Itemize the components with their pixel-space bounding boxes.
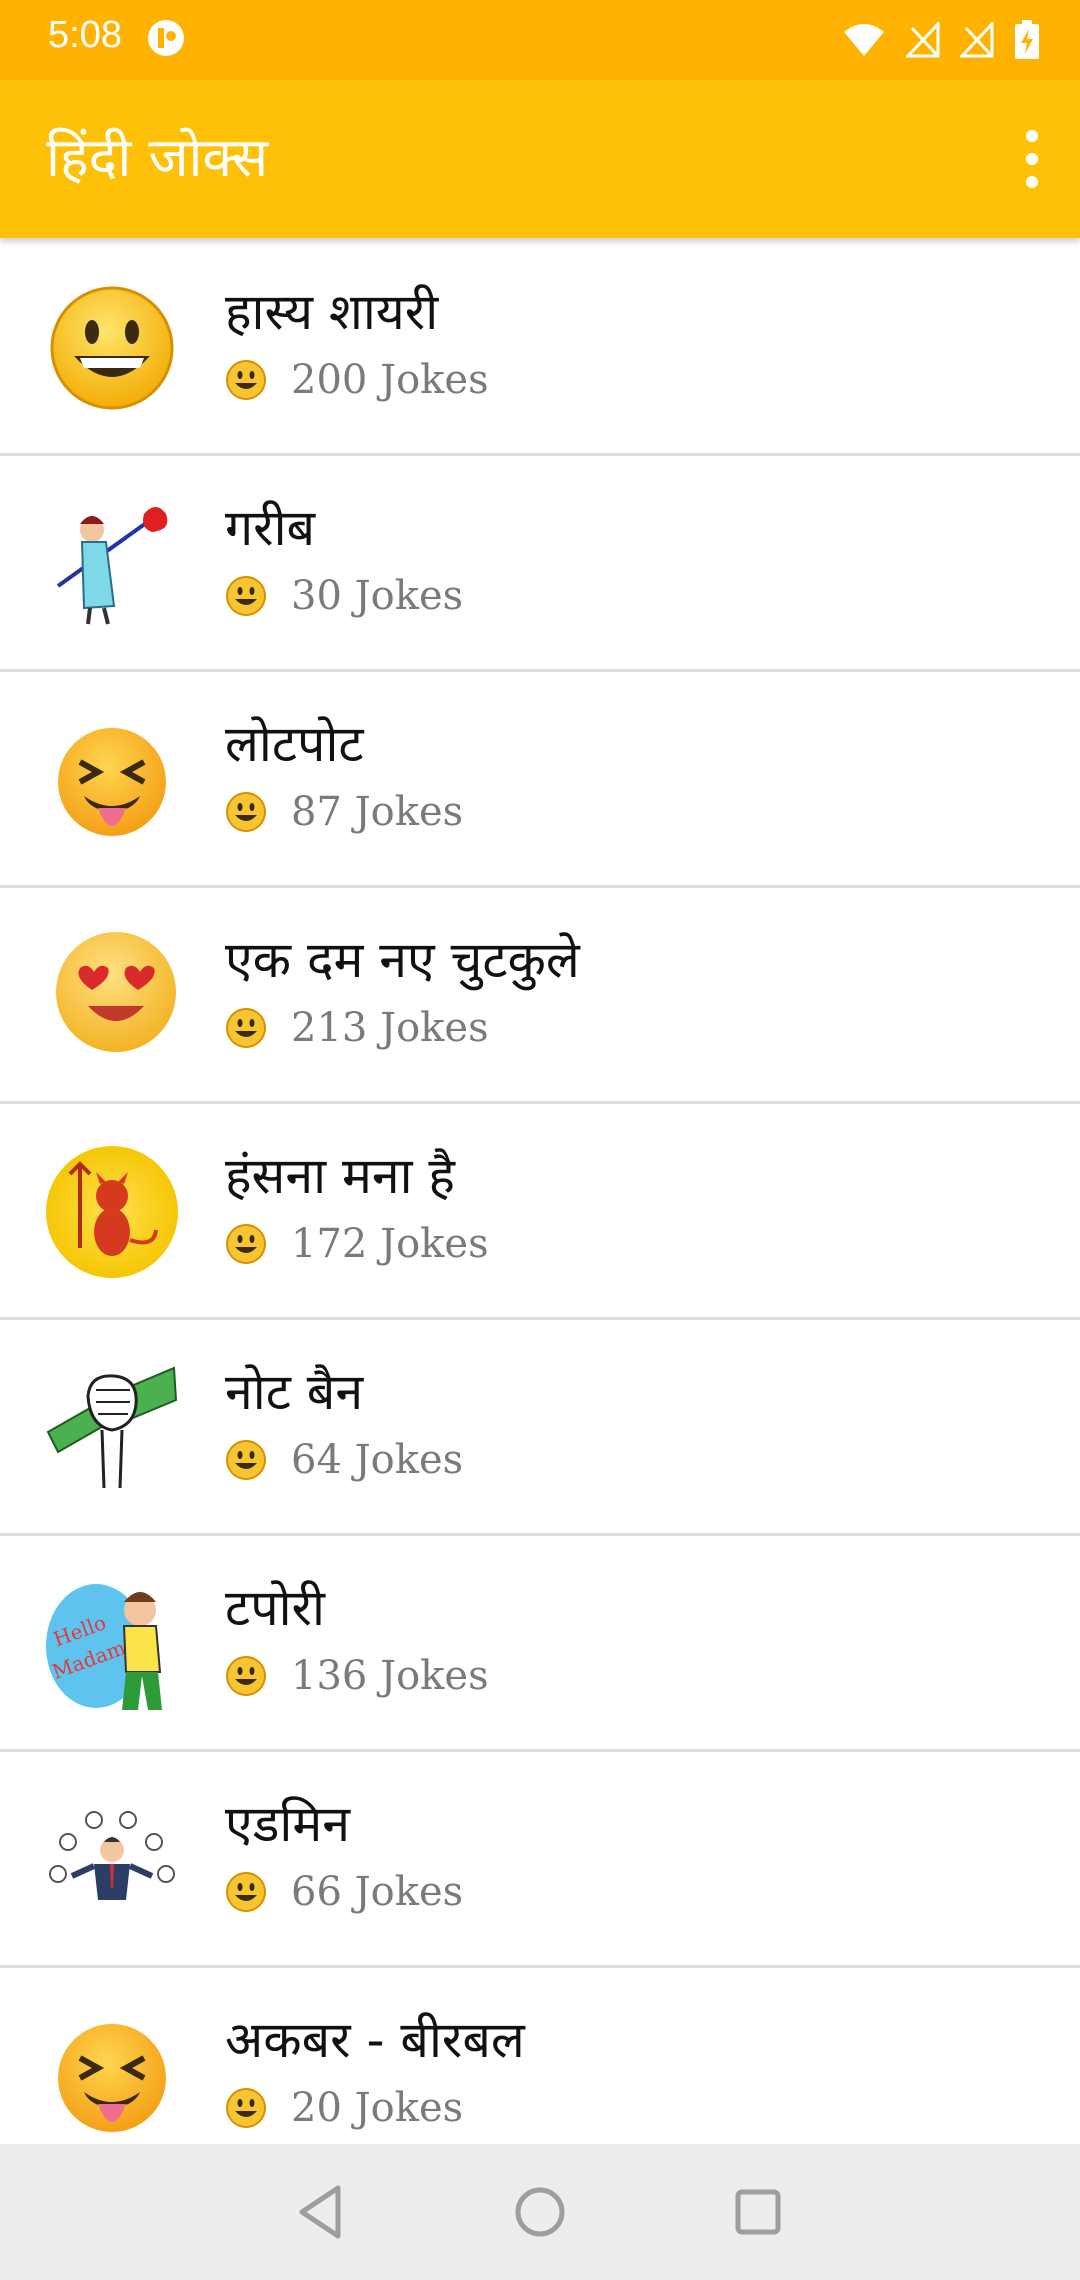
list-item-hansna-mana-hai[interactable]: हंसना मना है 172 Jokes (0, 1104, 1080, 1320)
wifi-icon (844, 24, 884, 56)
small-smiley-icon (226, 576, 266, 616)
list-item-tapori[interactable]: Hello Madam टपोरी 136 Jokes (0, 1536, 1080, 1752)
category-title: हंसना मना है (225, 1147, 455, 1205)
list-item-note-ban[interactable]: नोट बैन 64 Jokes (0, 1320, 1080, 1536)
category-title: गरीब (225, 499, 316, 557)
category-count: 200 Jokes (291, 357, 489, 403)
devil-cartoon-icon (46, 1146, 178, 1278)
list-item-akbar-birbal[interactable]: अकबर - बीरबल 20 Jokes (0, 1968, 1080, 2144)
category-count-line: 200 Jokes (225, 350, 489, 410)
list-item-admin[interactable]: एडमिन 66 Jokes (0, 1752, 1080, 1968)
small-smiley-icon (226, 1440, 266, 1480)
category-count-line: 66 Jokes (225, 1862, 463, 1922)
small-smiley-icon (226, 2088, 266, 2128)
admin-juggler-icon (49, 1811, 175, 1900)
category-count: 213 Jokes (291, 1005, 489, 1051)
small-smiley-icon (226, 1224, 266, 1264)
laughing-squint-face-icon (58, 728, 166, 836)
category-count: 20 Jokes (291, 2085, 464, 2131)
category-count-line: 20 Jokes (225, 2078, 463, 2138)
status-bar: 5:08 (0, 0, 1080, 80)
more-options-icon[interactable] (1012, 122, 1052, 196)
signal-off-icon (906, 22, 940, 58)
category-count: 172 Jokes (291, 1221, 489, 1267)
app-notification-icon (148, 20, 184, 56)
small-smiley-icon (226, 360, 266, 400)
heart-eyes-face-icon (56, 932, 176, 1052)
category-count: 66 Jokes (291, 1869, 464, 1915)
category-title: एक दम नए चुटकुले (225, 931, 580, 989)
category-title: लोटपोट (225, 715, 364, 773)
category-count: 64 Jokes (291, 1437, 464, 1483)
category-list[interactable]: हास्य शायरी 200 Jokes गरीब 30 Jokes लोटप… (0, 240, 1080, 2144)
category-count-line: 30 Jokes (225, 566, 463, 626)
list-item-gareeb[interactable]: गरीब 30 Jokes (0, 456, 1080, 672)
status-time: 5:08 (48, 14, 122, 56)
tapori-cartoon-icon: Hello Madam (46, 1584, 162, 1710)
category-count-line: 136 Jokes (225, 1646, 489, 1706)
laughing-squint-face-icon (58, 2024, 166, 2132)
category-title: नोट बैन (225, 1363, 364, 1421)
app-title: हिंदी जोक्स (46, 126, 269, 189)
recent-apps-icon[interactable] (726, 2180, 790, 2244)
smiley-face-icon (50, 286, 174, 410)
list-item-ek-dam-naye-chutkule[interactable]: एक दम नए चुटकुले 213 Jokes (0, 888, 1080, 1104)
category-count: 87 Jokes (291, 789, 464, 835)
app-bar: हिंदी जोक्स (0, 80, 1080, 238)
home-icon[interactable] (508, 2180, 572, 2244)
small-smiley-icon (226, 792, 266, 832)
money-fist-icon (46, 1366, 178, 1489)
category-title: टपोरी (225, 1579, 325, 1637)
category-title: अकबर - बीरबल (225, 2011, 525, 2069)
small-smiley-icon (226, 1872, 266, 1912)
list-item-lotpot[interactable]: लोटपोट 87 Jokes (0, 672, 1080, 888)
navigation-bar (0, 2144, 1080, 2280)
category-count-line: 64 Jokes (225, 1430, 463, 1490)
small-smiley-icon (226, 1656, 266, 1696)
battery-charging-icon (1015, 20, 1039, 59)
category-count: 136 Jokes (291, 1653, 489, 1699)
category-count-line: 87 Jokes (225, 782, 463, 842)
signal-off-icon-2 (960, 22, 994, 58)
category-title: हास्य शायरी (225, 283, 439, 341)
category-count: 30 Jokes (291, 573, 464, 619)
poor-man-cartoon-icon (56, 507, 168, 625)
category-count-line: 213 Jokes (225, 998, 489, 1058)
back-icon[interactable] (290, 2180, 354, 2244)
category-title: एडमिन (225, 1795, 350, 1853)
list-item-hasya-shayari[interactable]: हास्य शायरी 200 Jokes (0, 240, 1080, 456)
category-count-line: 172 Jokes (225, 1214, 489, 1274)
small-smiley-icon (226, 1008, 266, 1048)
